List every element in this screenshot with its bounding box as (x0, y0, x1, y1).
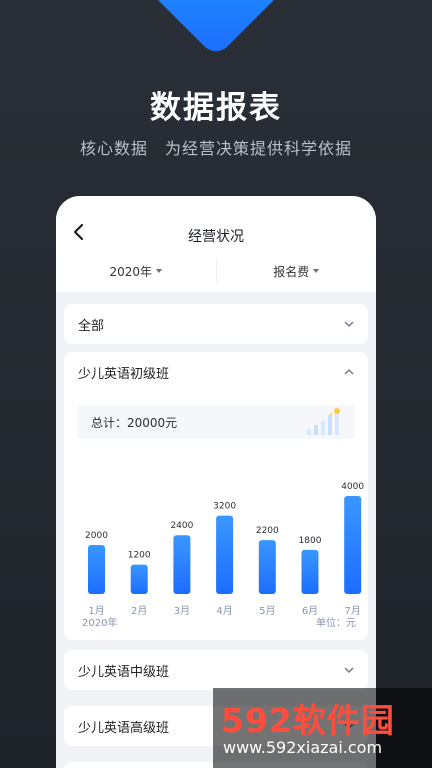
section-beginner-header[interactable]: 少儿英语初级班 (64, 352, 368, 392)
section-intermediate-label: 少儿英语中级班 (78, 664, 170, 680)
filter-bar: 2020年 报名费 (56, 258, 376, 284)
total-summary: 总计：20000元 (77, 405, 355, 439)
chevron-down-icon (344, 321, 354, 328)
chevron-down-icon (344, 667, 354, 674)
chart-bar (88, 545, 105, 594)
year-filter-label: 2020年 (109, 264, 153, 279)
section-advanced-label: 少儿英语高级班 (78, 720, 170, 736)
hero-title: 数据报表 (150, 90, 282, 126)
screen-title: 经营状况 (188, 229, 244, 245)
bar-chart-decor-icon (307, 408, 340, 435)
bar-value-label: 3200 (213, 502, 236, 512)
bar-chart: 20001月12002月24003月32004月22005月18006月4000… (85, 482, 364, 617)
bar-value-label: 2400 (170, 521, 193, 531)
x-tick-label: 3月 (174, 605, 190, 617)
chart-bar (216, 515, 234, 594)
section-intermediate[interactable]: 少儿英语中级班 (64, 650, 368, 690)
bar-value-label: 2000 (85, 531, 108, 541)
watermark: 592软件园 www.592xiazai.com (213, 688, 432, 768)
section-all[interactable]: 全部 (64, 304, 368, 344)
chevron-up-icon (344, 368, 354, 375)
fee-filter[interactable]: 报名费 (215, 258, 377, 284)
year-filter[interactable]: 2020年 (56, 258, 216, 284)
bar-value-label: 1800 (299, 536, 322, 546)
chart-bar (173, 535, 191, 594)
chart-bar (344, 496, 362, 594)
phone-screen: 经营状况 2020年 报名费 全部 少儿英语初级班 总计：20000元 2000… (56, 196, 376, 768)
chart-unit-label: 单位：元 (316, 618, 356, 629)
x-tick-label: 5月 (259, 605, 275, 617)
fee-filter-label: 报名费 (273, 264, 310, 279)
total-text: 总计：20000元 (91, 415, 178, 430)
hero-subtitle: 核心数据 为经营决策提供科学依据 (79, 139, 352, 158)
x-tick-label: 2月 (131, 605, 147, 617)
section-beginner: 少儿英语初级班 总计：20000元 2000 1月 1200 2月 2400 3… (64, 352, 368, 640)
watermark-logo: 592软件园 (221, 701, 395, 740)
bar-value-label: 4000 (341, 482, 364, 492)
top-decoration (148, 0, 284, 58)
bar-value-label: 2200 (256, 526, 279, 536)
section-beginner-label: 少儿英语初级班 (78, 366, 170, 382)
chart-bar (130, 564, 148, 594)
dropdown-arrow-icon (313, 269, 320, 273)
chart-year-label: 2020年 (82, 618, 118, 629)
x-tick-label: 4月 (216, 605, 232, 617)
watermark-url: www.592xiazai.com (223, 738, 383, 757)
section-all-label: 全部 (78, 318, 105, 334)
chart-bar (301, 549, 319, 594)
chart-bar (258, 540, 276, 594)
screen-header: 经营状况 2020年 报名费 (56, 196, 376, 292)
bar-value-label: 1200 (128, 551, 151, 561)
dropdown-arrow-icon (156, 269, 163, 273)
